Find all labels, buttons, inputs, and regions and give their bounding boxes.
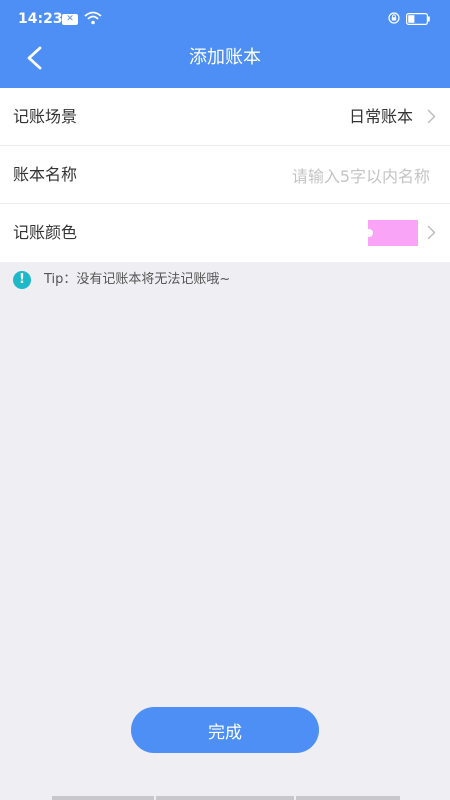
- color-label: 记账颜色: [13, 223, 78, 242]
- swatch-notch: [365, 229, 373, 237]
- chevron-left-icon: [27, 46, 42, 70]
- bottom-indicator-segment: [52, 796, 154, 800]
- chevron-right-icon: [427, 225, 436, 240]
- status-time: 14:23: [18, 11, 63, 27]
- page-title: 添加账本: [189, 47, 261, 68]
- status-bar: 14:23 ✕: [0, 0, 450, 36]
- bottom-indicator-segment: [156, 796, 294, 800]
- rotation-lock-icon: [388, 12, 400, 24]
- book-form: 记账场景 日常账本 账本名称 记账颜色: [0, 88, 450, 262]
- color-row[interactable]: 记账颜色: [0, 204, 450, 262]
- tip-text: Tip：没有记账本将无法记账哦~: [44, 272, 231, 287]
- bottom-indicator: [0, 796, 450, 800]
- color-swatch: [365, 220, 418, 246]
- nav-bar: 添加账本: [0, 36, 450, 88]
- scene-label: 记账场景: [13, 107, 78, 126]
- exclamation-icon: !: [13, 271, 31, 289]
- name-row: 账本名称: [0, 146, 450, 204]
- close-x-icon: ✕: [62, 14, 78, 25]
- top-bar: 14:23 ✕ 添加账本: [0, 0, 450, 88]
- scene-row[interactable]: 记账场景 日常账本: [0, 88, 450, 146]
- name-label: 账本名称: [13, 165, 78, 184]
- scene-value: 日常账本: [348, 107, 413, 126]
- bottom-indicator-segment: [296, 796, 400, 800]
- done-button[interactable]: 完成: [131, 707, 319, 753]
- back-button[interactable]: [20, 44, 56, 80]
- wifi-icon: [84, 11, 102, 25]
- battery-icon: [406, 13, 430, 25]
- book-name-input[interactable]: [168, 158, 432, 194]
- chevron-right-icon: [427, 109, 436, 124]
